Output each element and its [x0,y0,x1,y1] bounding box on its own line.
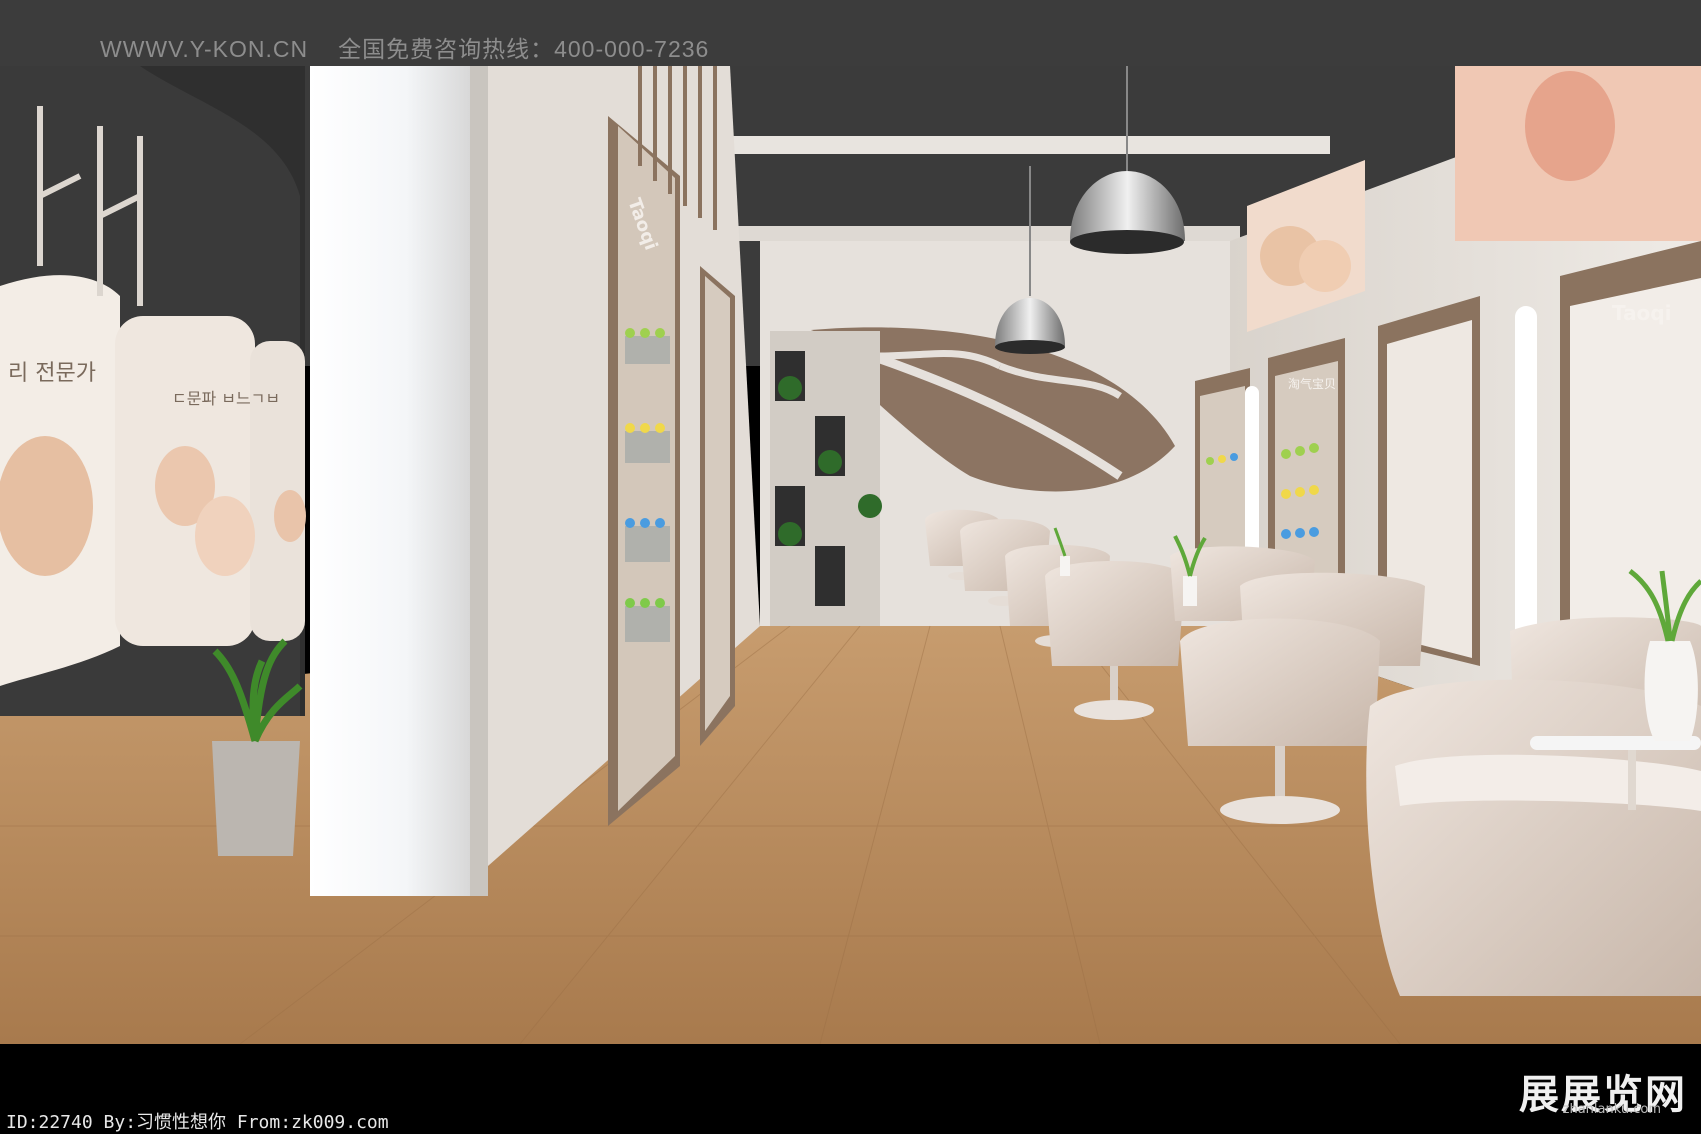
right-shelf-brand-2: 淘气宝贝 [1288,376,1336,391]
right-shelf-brand: Taoqi [1612,301,1671,325]
hotline-label: 全国免费咨询热线：400-000-7236 [338,36,710,62]
display-shelf-2 [700,266,735,746]
left-wall-text-2: ㄷ문파 ㅂ느ㄱㅂ [172,389,280,408]
image-credit: ID:22740 By:习惯性想你 From:zk009.com [6,1112,389,1133]
ceiling-beam [730,136,1330,154]
store-render: 리 전문가 ㄷ문파 ㅂ느ㄱㅂ Taoqi Taoqi 淘气宝贝 [0,66,1701,1044]
photo-frame: WWWV.Y-KON.CN 全国免费咨询热线：400-000-7236 리 전문… [0,0,1701,1134]
light-pillar [310,66,470,896]
left-wall-text: 리 전문가 [8,361,96,386]
watermark-domain: zhanlanku.com [1562,1102,1661,1117]
website-label: WWWV.Y-KON.CN [100,36,309,62]
header-text: WWWV.Y-KON.CN 全国免费咨询热线：400-000-7236 [100,30,739,64]
header-band: WWWV.Y-KON.CN 全国免费咨询热线：400-000-7236 [0,0,1701,66]
